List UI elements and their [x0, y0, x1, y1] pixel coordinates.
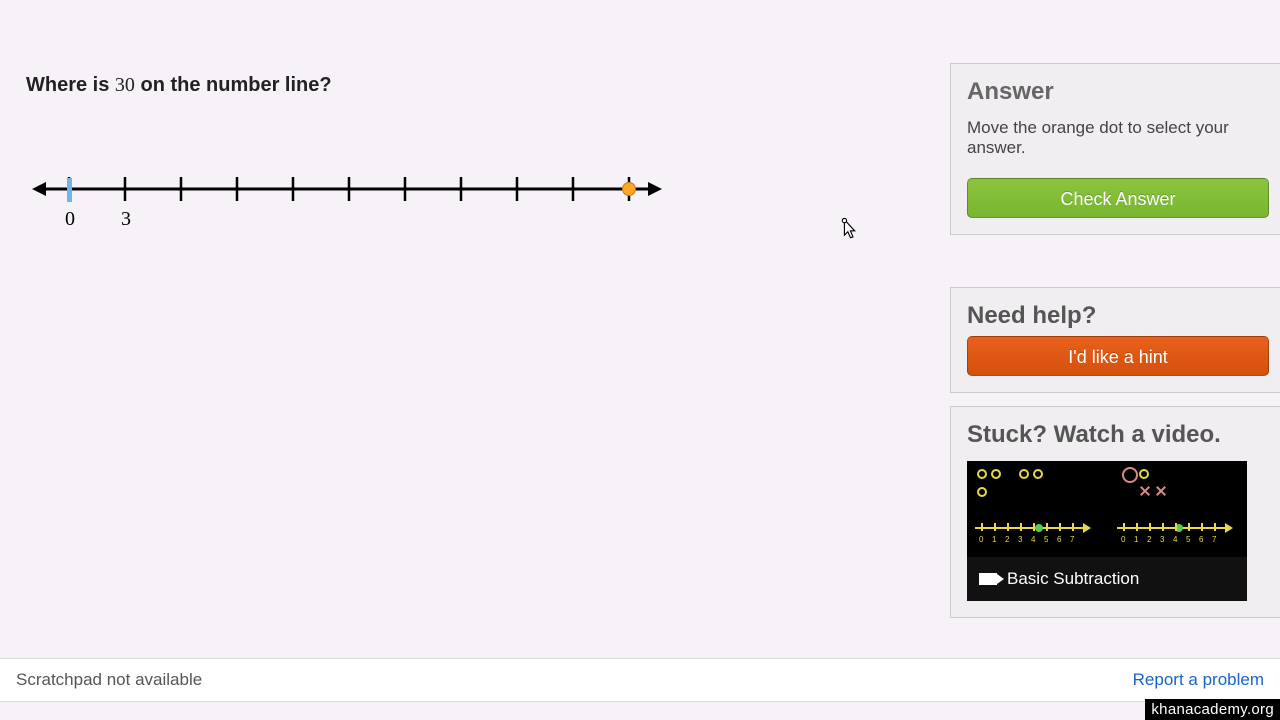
- tick-label-0: 0: [65, 208, 75, 231]
- scratchpad-status: Scratchpad not available: [16, 670, 202, 690]
- watermark: khanacademy.org: [1145, 699, 1280, 720]
- question-text: Where is 30 on the number line?: [26, 74, 332, 97]
- question-prefix: Where is: [26, 74, 115, 96]
- video-preview-canvas: 0123456701234567: [967, 461, 1247, 557]
- video-thumbnail[interactable]: 0123456701234567 Basic Subtraction: [967, 461, 1247, 601]
- check-answer-button[interactable]: Check Answer: [967, 178, 1269, 218]
- question-number: 30: [115, 74, 135, 96]
- video-icon: [979, 573, 997, 585]
- video-title: Basic Subtraction: [1007, 569, 1139, 589]
- video-panel: Stuck? Watch a video. 0123456701234567 B…: [950, 406, 1280, 618]
- footer-bar: Scratchpad not available Report a proble…: [0, 658, 1280, 702]
- number-line[interactable]: 0 3: [32, 170, 662, 245]
- pointer-cursor-icon: [838, 218, 856, 242]
- video-panel-title: Stuck? Watch a video.: [967, 421, 1269, 449]
- hint-button[interactable]: I'd like a hint: [967, 336, 1269, 376]
- tick-label-1: 3: [121, 208, 131, 231]
- help-title: Need help?: [967, 302, 1269, 330]
- number-line-svg: [32, 170, 662, 210]
- video-title-bar: Basic Subtraction: [967, 557, 1247, 601]
- start-mark: [67, 178, 72, 202]
- orange-dot-handle[interactable]: [622, 182, 636, 196]
- answer-instruction: Move the orange dot to select your answe…: [967, 118, 1269, 158]
- answer-title: Answer: [967, 78, 1269, 106]
- help-panel: Need help? I'd like a hint: [950, 287, 1280, 393]
- question-suffix: on the number line?: [135, 74, 332, 96]
- report-problem-link[interactable]: Report a problem: [1133, 670, 1264, 690]
- answer-panel: Answer Move the orange dot to select you…: [950, 63, 1280, 235]
